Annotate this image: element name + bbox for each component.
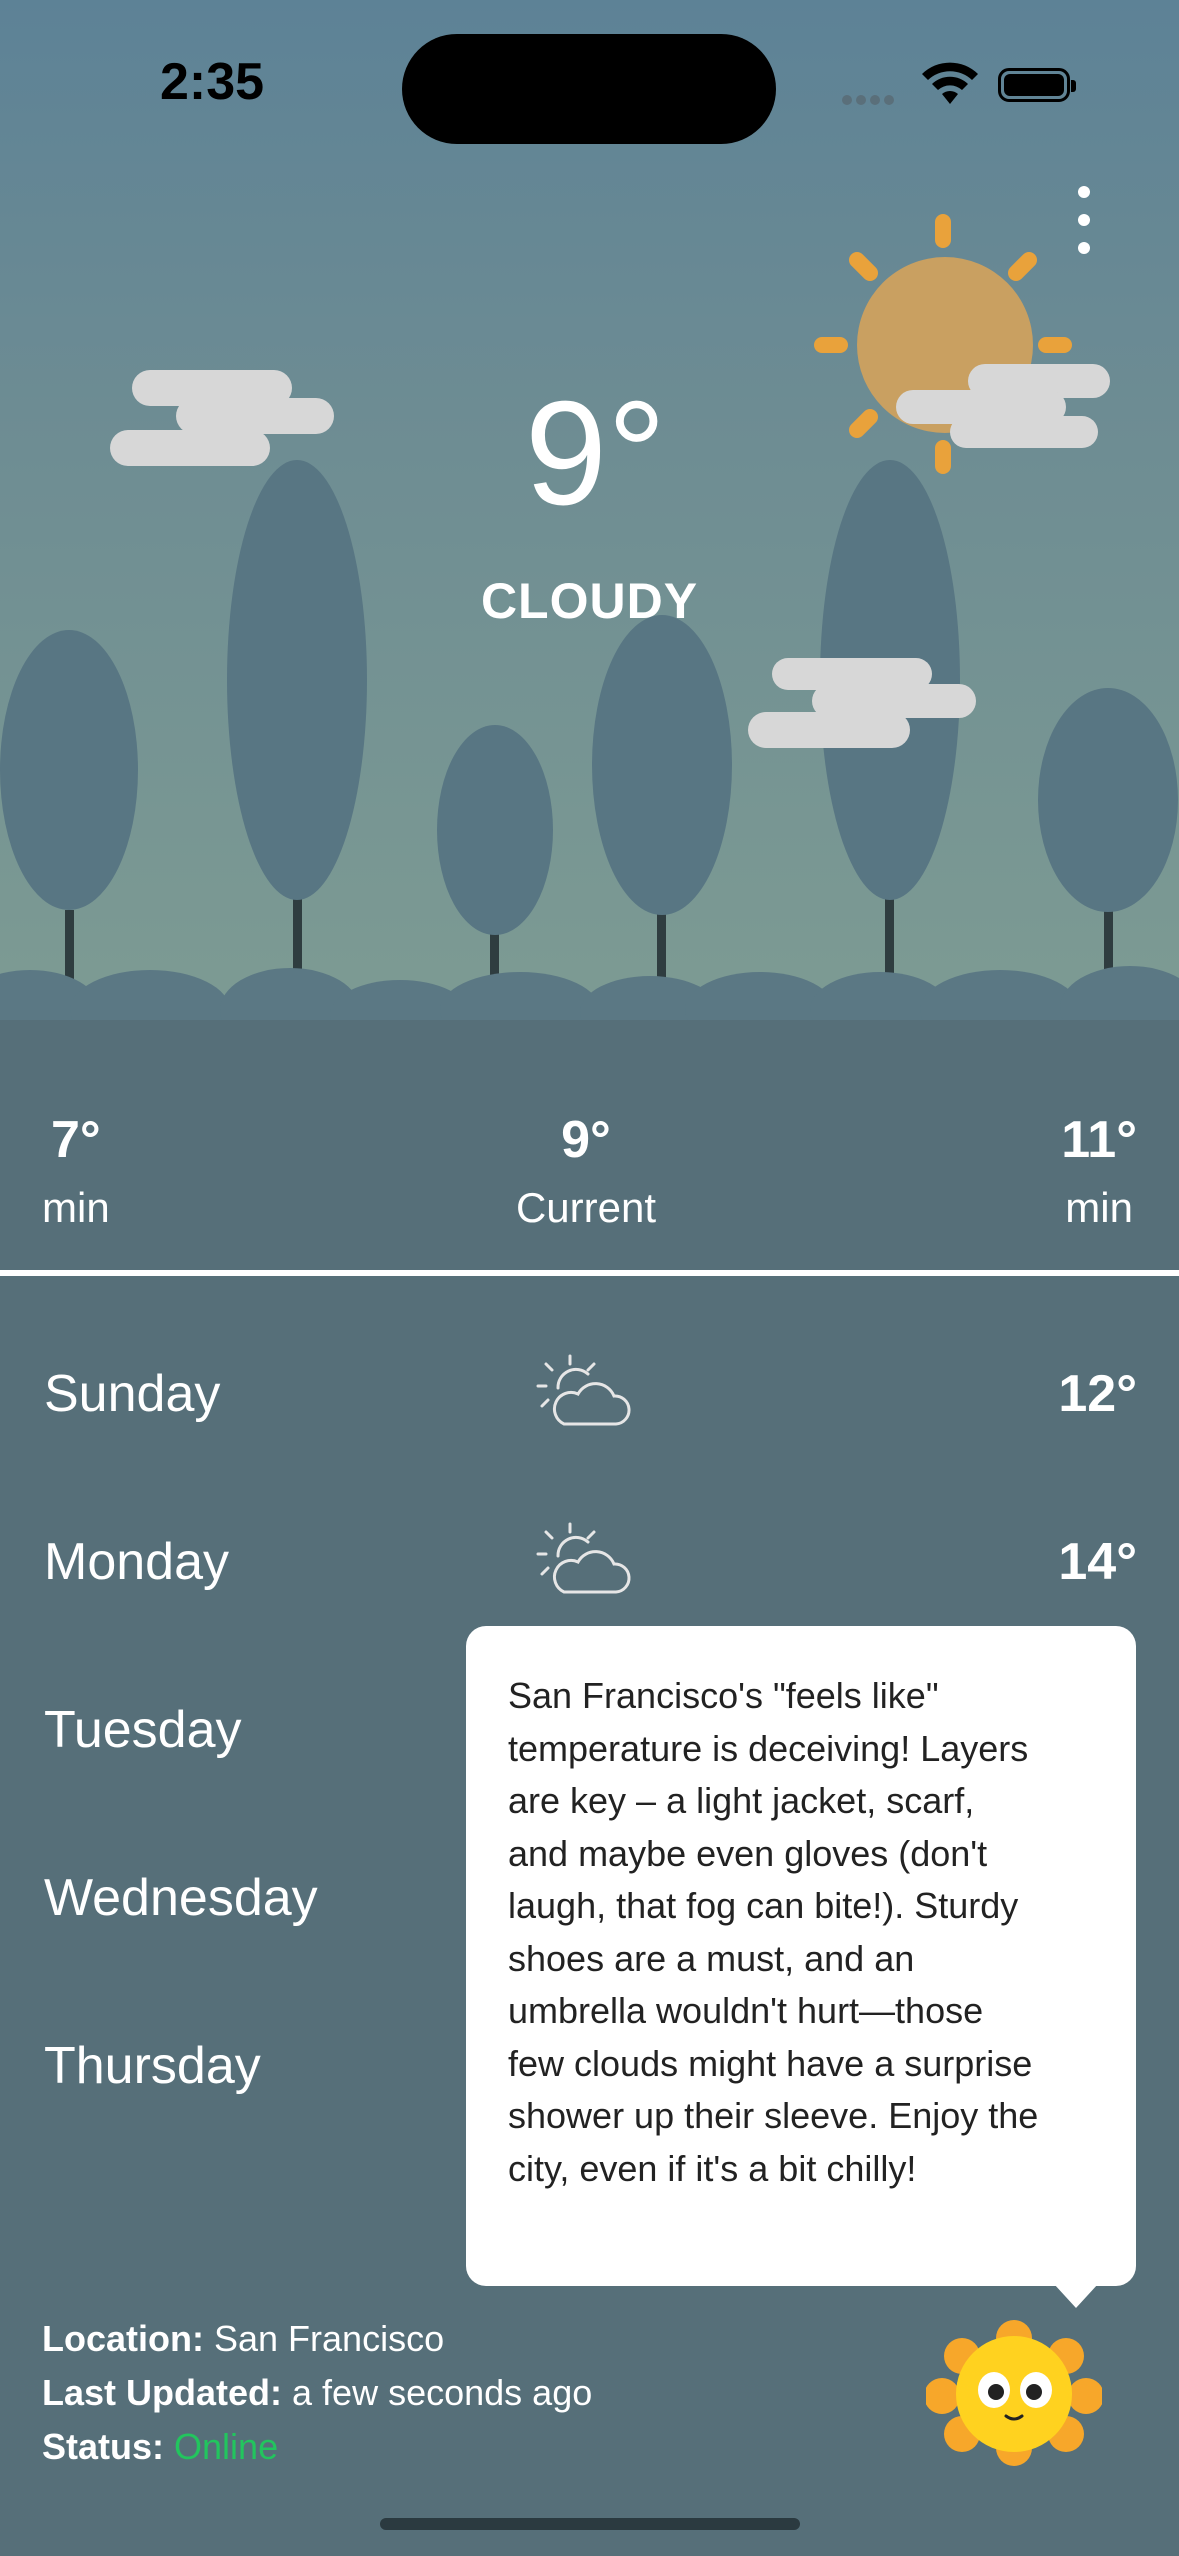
- summary-current-value: 9°: [561, 1111, 611, 1169]
- sun-mascot-icon[interactable]: [926, 2316, 1102, 2466]
- dynamic-island: [402, 34, 776, 144]
- location-value: San Francisco: [214, 2318, 445, 2359]
- summary-max-value: 11°: [1061, 1111, 1137, 1169]
- forecast-day-sunday: Sunday: [44, 1365, 221, 1423]
- updated-label: Last Updated:: [42, 2372, 283, 2413]
- updated-info: Last Updated: a few seconds ago: [42, 2372, 592, 2414]
- summary-max-label: min: [1065, 1184, 1133, 1231]
- battery-icon: [998, 68, 1076, 102]
- forecast-day-wednesday: Wednesday: [44, 1869, 318, 1927]
- tip-line: temperature is deceiving! Layers: [508, 1727, 1029, 1769]
- status-info: Status: Online: [42, 2426, 278, 2468]
- forecast-temp-monday: 14°: [1058, 1533, 1137, 1591]
- more-options-button[interactable]: [1062, 186, 1106, 260]
- summary-min-value: 7°: [50, 1111, 101, 1169]
- forecast-temp-sunday: 12°: [1058, 1365, 1137, 1423]
- forecast-day-monday: Monday: [44, 1533, 229, 1591]
- status-label: Status:: [42, 2426, 165, 2467]
- forecast-day-thursday: Thursday: [44, 2037, 261, 2095]
- tip-line: are key – a light jacket, scarf,: [508, 1780, 975, 1821]
- location-info: Location: San Francisco: [42, 2318, 444, 2360]
- summary-current-label: Current: [515, 1184, 657, 1231]
- bubble-tail: [1054, 2284, 1098, 2308]
- status-value: Online: [174, 2426, 279, 2467]
- tip-line: laugh, that fog can bite!). Sturdy: [508, 1885, 1019, 1926]
- clothing-tip-bubble: San Francisco's "feels like" temperature…: [466, 1626, 1136, 2286]
- summary-divider: [0, 1270, 1179, 1276]
- updated-value: a few seconds ago: [292, 2372, 593, 2413]
- status-time: 2:35: [160, 53, 265, 111]
- forecast-day-tuesday: Tuesday: [44, 1701, 242, 1759]
- summary-min: 7° min: [42, 1110, 110, 1232]
- partly-cloudy-icon: [536, 1354, 631, 1426]
- tip-line: umbrella wouldn't hurt—those: [508, 1990, 984, 2031]
- tip-line: and maybe even gloves (don't: [508, 1832, 988, 1874]
- current-condition: CLOUDY: [480, 573, 699, 629]
- location-label: Location:: [42, 2318, 204, 2359]
- partly-cloudy-icon: [536, 1522, 631, 1594]
- summary-min-label: min: [42, 1184, 110, 1231]
- tip-line: San Francisco's "feels like": [508, 1675, 939, 1716]
- summary-max: 11° min: [1061, 1110, 1137, 1232]
- tip-line: few clouds might have a surprise: [508, 2042, 1033, 2084]
- wifi-icon: [922, 62, 978, 104]
- current-temperature: 9°: [524, 371, 667, 536]
- tip-line: shoes are a must, and an: [508, 1937, 915, 1979]
- weather-hero: 2:35 9° CLOUDY: [0, 0, 1179, 1020]
- home-indicator[interactable]: [380, 2518, 800, 2530]
- summary-current: 9° Current: [506, 1110, 666, 1232]
- bushes: [0, 966, 1179, 1020]
- tip-line: city, even if it's a bit chilly!: [508, 2147, 917, 2189]
- weather-screen: 2:35 9° CLOUDY 7° min 9° Current 11° min…: [0, 0, 1179, 2556]
- tip-line: shower up their sleeve. Enjoy the: [508, 2095, 1039, 2136]
- cellular-signal-icon: [842, 92, 902, 105]
- temperature-summary: 7° min 9° Current 11° min: [0, 1020, 1179, 1270]
- tree-row: [0, 460, 1178, 1000]
